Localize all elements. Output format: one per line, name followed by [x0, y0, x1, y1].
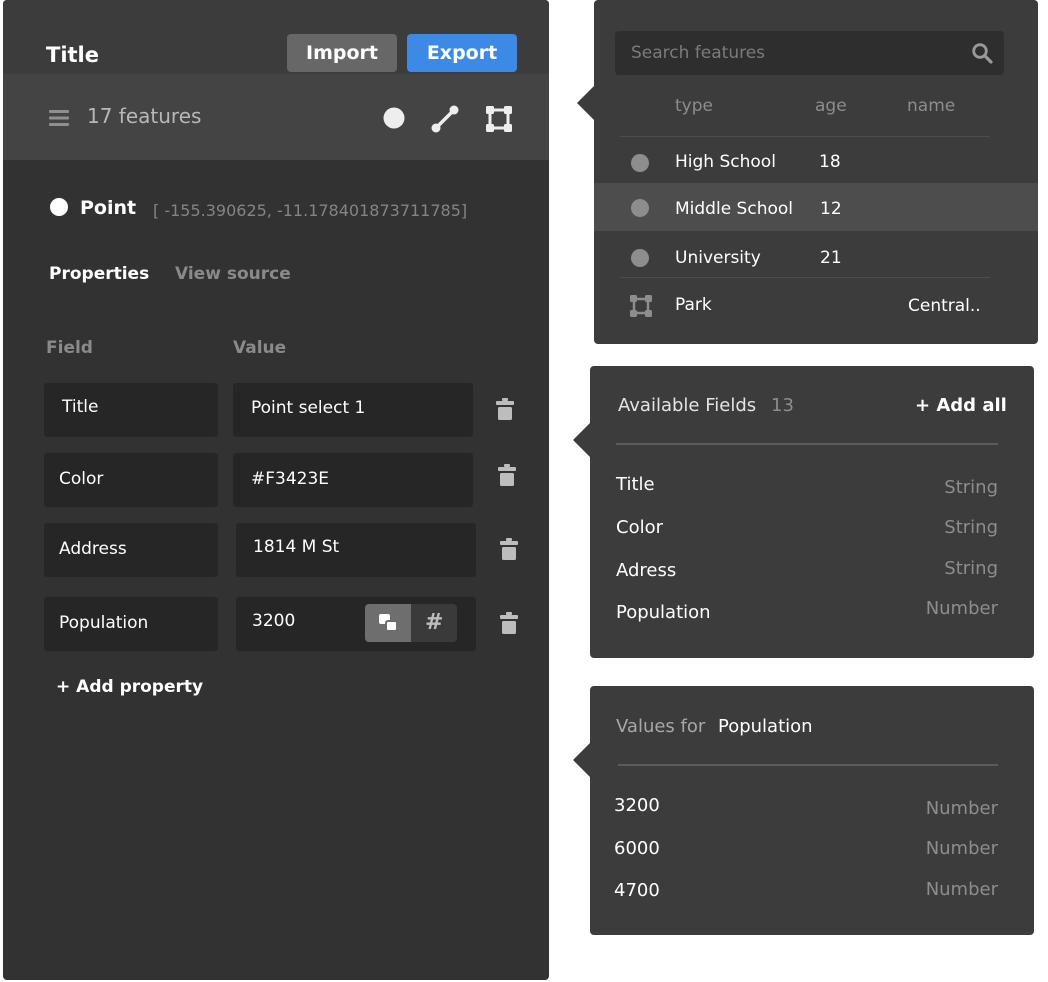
fields-count: 13	[771, 395, 794, 416]
field-name[interactable]: Title	[616, 474, 655, 495]
divider	[618, 764, 998, 766]
text-type-toggle[interactable]	[365, 604, 411, 642]
trash-icon[interactable]	[500, 612, 518, 634]
search-features-popover: Search features type age name High Schoo…	[594, 0, 1038, 344]
property-value-text: Point select 1	[251, 398, 366, 418]
number-type-toggle[interactable]: #	[411, 604, 457, 642]
row-age[interactable]: 12	[820, 199, 842, 219]
draw-polygon-icon[interactable]	[485, 105, 513, 133]
field-type: String	[944, 477, 998, 498]
values-popover: Values for Population 3200 Number 6000 N…	[590, 686, 1034, 935]
field-column-header: Field	[46, 338, 93, 358]
point-icon	[631, 249, 649, 267]
row-type[interactable]: High School	[675, 152, 776, 172]
popover-arrow	[573, 423, 590, 457]
draw-point-icon[interactable]	[383, 107, 405, 129]
value-type: Number	[925, 879, 998, 900]
export-button[interactable]: Export	[407, 34, 517, 72]
search-input[interactable]: Search features	[615, 31, 1004, 75]
add-property-button[interactable]: + Add property	[56, 677, 203, 697]
row-name[interactable]: Central..	[908, 296, 981, 316]
point-icon	[50, 198, 68, 216]
property-value-input[interactable]: Point select 1	[233, 383, 473, 437]
property-field-text: Color	[59, 469, 104, 489]
divider	[620, 277, 990, 278]
search-icon[interactable]	[972, 43, 993, 64]
row-type[interactable]: University	[675, 248, 761, 268]
property-field-text: Address	[59, 539, 127, 559]
property-value-input[interactable]: #F3423E	[233, 453, 473, 507]
property-value-input[interactable]: 1814 M St	[236, 523, 476, 577]
menu-icon[interactable]	[49, 110, 69, 126]
trash-icon[interactable]	[496, 398, 514, 420]
field-type: String	[944, 517, 998, 538]
values-field-name: Population	[718, 716, 813, 737]
value-item[interactable]: 3200	[614, 795, 660, 816]
editor-toolbar	[3, 74, 549, 160]
value-type: Number	[925, 798, 998, 819]
trash-icon[interactable]	[498, 464, 516, 486]
property-field-input[interactable]: Title	[44, 383, 218, 437]
import-button[interactable]: Import	[287, 34, 397, 72]
row-type[interactable]: Middle School	[675, 199, 793, 219]
fields-title: Available Fields	[618, 395, 757, 416]
point-icon	[631, 199, 649, 217]
value-column-header: Value	[233, 338, 287, 358]
feature-type: Point	[80, 197, 137, 219]
popover-arrow	[577, 86, 594, 120]
property-value-text: 1814 M St	[253, 537, 340, 557]
value-type: Number	[925, 838, 998, 859]
feature-count: 17 features	[87, 104, 202, 128]
draw-line-icon[interactable]	[431, 105, 459, 133]
divider	[620, 136, 990, 137]
value-item[interactable]: 6000	[614, 838, 660, 859]
popover-arrow	[573, 743, 590, 777]
value-type-toggle: #	[365, 604, 457, 642]
table-row-highlighted[interactable]	[594, 183, 1038, 231]
available-fields-popover: Available Fields 13 + Add all Title Stri…	[590, 366, 1034, 658]
field-type: Number	[925, 598, 998, 619]
column-header-age[interactable]: age	[815, 96, 847, 116]
column-header-type[interactable]: type	[675, 96, 713, 116]
divider	[616, 443, 998, 445]
feature-coordinates: [ -155.390625, -11.178401873711785]	[153, 201, 468, 220]
value-item[interactable]: 4700	[614, 880, 660, 901]
polygon-icon	[630, 295, 652, 317]
add-all-button[interactable]: + Add all	[915, 395, 1007, 416]
property-field-text: Population	[59, 613, 149, 633]
row-age[interactable]: 21	[820, 248, 842, 268]
field-name[interactable]: Population	[616, 602, 711, 623]
row-type[interactable]: Park	[675, 295, 712, 315]
trash-icon[interactable]	[500, 538, 518, 560]
property-value-text: 3200	[252, 611, 296, 631]
property-value-text: #F3423E	[251, 469, 330, 489]
field-type: String	[944, 558, 998, 579]
property-field-input[interactable]: Color	[44, 453, 218, 507]
property-field-input[interactable]: Address	[44, 523, 218, 577]
feature-editor-panel: Title Import Export 17 features Point […	[3, 0, 549, 980]
tab-properties[interactable]: Properties	[49, 264, 149, 284]
search-placeholder: Search features	[631, 43, 766, 63]
row-age[interactable]: 18	[819, 152, 841, 172]
tab-view-source[interactable]: View source	[175, 264, 291, 284]
editor-title: Title	[46, 43, 100, 67]
field-name[interactable]: Adress	[616, 560, 676, 581]
property-field-input[interactable]: Population	[44, 597, 218, 651]
column-header-name[interactable]: name	[907, 96, 955, 116]
point-icon	[631, 154, 649, 172]
hash-icon: #	[425, 610, 444, 635]
field-name[interactable]: Color	[616, 517, 663, 538]
values-for-label: Values for	[616, 716, 706, 737]
property-field-text: Title	[62, 397, 99, 417]
